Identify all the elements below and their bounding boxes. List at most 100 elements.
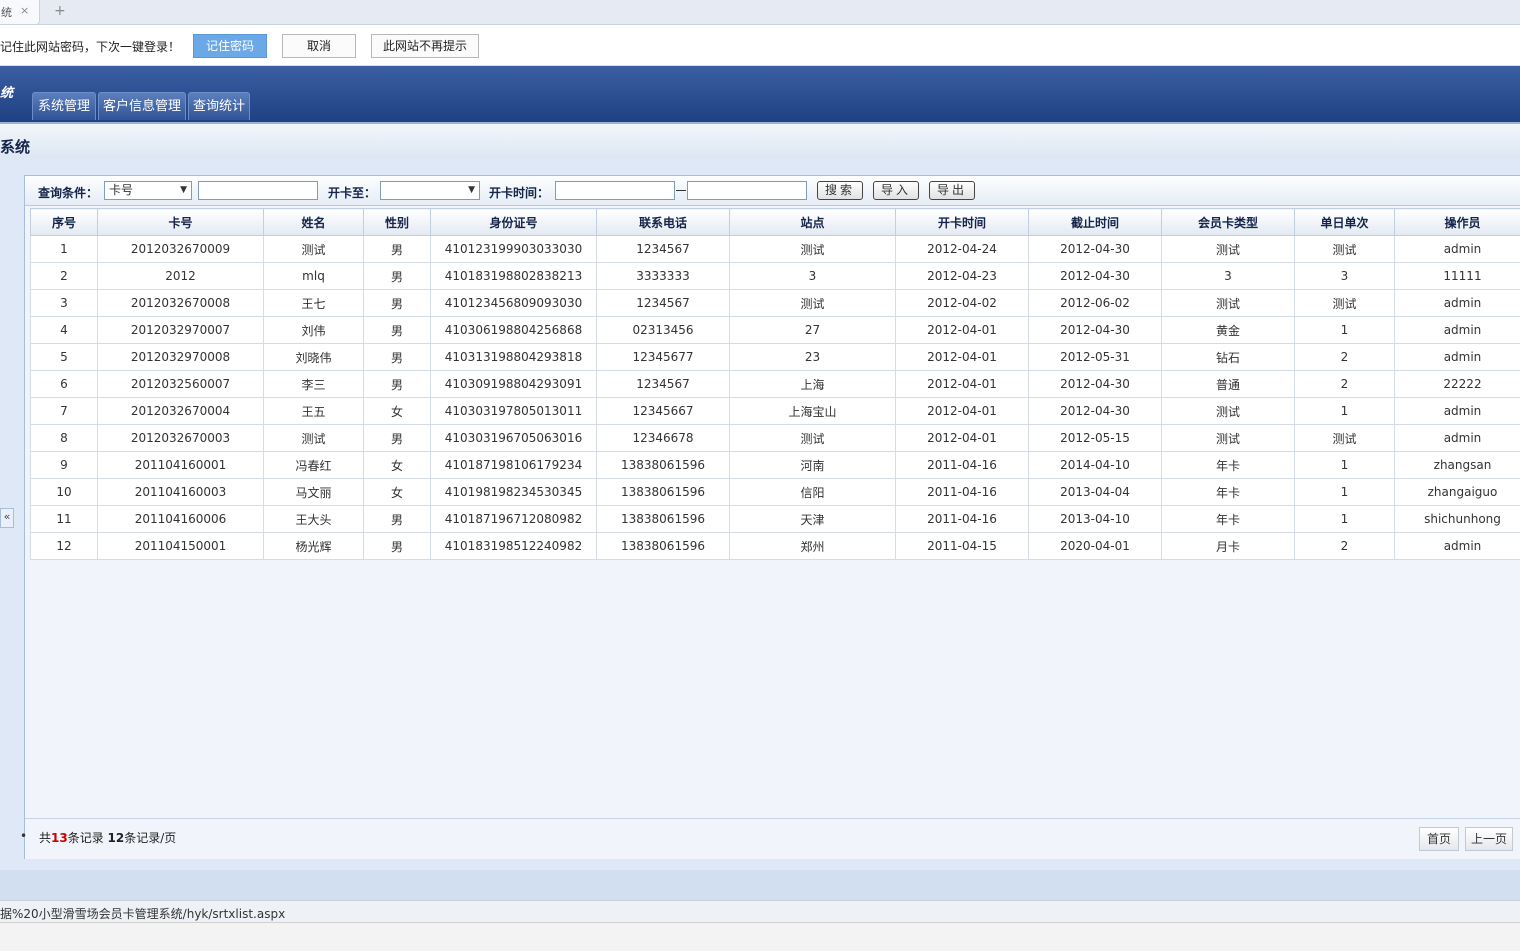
condition-select[interactable]: 卡号 ▼ bbox=[104, 181, 192, 200]
table-cell: admin bbox=[1395, 425, 1520, 452]
member-card-table: 序号卡号姓名性别身份证号联系电话站点开卡时间截止时间会员卡类型单日单次操作员 1… bbox=[30, 208, 1520, 560]
table-cell: 2013-04-10 bbox=[1029, 506, 1162, 533]
import-button[interactable]: 导入 bbox=[873, 181, 919, 200]
table-cell: admin bbox=[1395, 317, 1520, 344]
table-cell: admin bbox=[1395, 236, 1520, 263]
collapse-sidebar-icon[interactable]: « bbox=[0, 508, 14, 528]
table-header-row: 序号卡号姓名性别身份证号联系电话站点开卡时间截止时间会员卡类型单日单次操作员 bbox=[31, 209, 1520, 236]
table-cell: 男 bbox=[364, 425, 431, 452]
table-cell: admin bbox=[1395, 533, 1520, 560]
table-row[interactable]: 42012032970007刘伟男41030619880425686802313… bbox=[31, 317, 1520, 344]
condition-select-value: 卡号 bbox=[109, 183, 133, 197]
table-cell: 22222 bbox=[1395, 371, 1520, 398]
table-row[interactable]: 22012mlq男410183198802838213333333332012-… bbox=[31, 263, 1520, 290]
search-button[interactable]: 搜索 bbox=[817, 181, 863, 200]
table-cell: 女 bbox=[364, 398, 431, 425]
table-row[interactable]: 12201104150001杨光辉男4101831985122409821383… bbox=[31, 533, 1520, 560]
table-cell: 测试 bbox=[730, 236, 896, 263]
nav-tab-system-management[interactable]: 系统管理 bbox=[32, 92, 96, 120]
table-cell: 3 bbox=[730, 263, 896, 290]
table-row[interactable]: 12012032670009测试男41012319990303303012345… bbox=[31, 236, 1520, 263]
table-cell: 410187198106179234 bbox=[431, 452, 597, 479]
open-time-start-input[interactable] bbox=[555, 181, 675, 200]
table-cell: 王七 bbox=[264, 290, 364, 317]
summary-prefix: 共 bbox=[39, 831, 51, 845]
table-row[interactable]: 10201104160003马文丽女4101981982345303451383… bbox=[31, 479, 1520, 506]
table-cell: 3333333 bbox=[597, 263, 730, 290]
table-cell: 测试 bbox=[1295, 236, 1395, 263]
table-row[interactable]: 11201104160006王大头男4101871967120809821383… bbox=[31, 506, 1520, 533]
table-cell: 测试 bbox=[264, 236, 364, 263]
table-cell: 1 bbox=[1295, 398, 1395, 425]
table-cell: 年卡 bbox=[1162, 506, 1295, 533]
table-cell: zhangsan bbox=[1395, 452, 1520, 479]
nav-tab-query-stats[interactable]: 查询统计 bbox=[188, 92, 250, 120]
table-row[interactable]: 32012032670008王七男41012345680909303012345… bbox=[31, 290, 1520, 317]
app-header: 统 系统管理 客户信息管理 查询统计 bbox=[0, 66, 1520, 122]
table-cell: 2012-05-31 bbox=[1029, 344, 1162, 371]
table-cell: 1234567 bbox=[597, 290, 730, 317]
table-cell: 2012-04-01 bbox=[896, 398, 1029, 425]
table-cell: 1234567 bbox=[597, 236, 730, 263]
table-cell: 2012032970008 bbox=[98, 344, 264, 371]
table-cell: 2013-04-04 bbox=[1029, 479, 1162, 506]
table-cell: shichunhong bbox=[1395, 506, 1520, 533]
open-to-select[interactable]: ▼ bbox=[380, 181, 480, 200]
table-cell: 王大头 bbox=[264, 506, 364, 533]
column-header: 卡号 bbox=[98, 209, 264, 236]
table-cell: 02313456 bbox=[597, 317, 730, 344]
column-header: 序号 bbox=[31, 209, 98, 236]
table-cell: 2012032670003 bbox=[98, 425, 264, 452]
table-cell: 1 bbox=[1295, 479, 1395, 506]
record-summary: 共13条记录 12条记录/页 bbox=[39, 829, 176, 846]
prev-page-button[interactable]: 上一页 bbox=[1465, 827, 1513, 851]
table-cell: 上海 bbox=[730, 371, 896, 398]
table-cell: 410306198804256868 bbox=[431, 317, 597, 344]
table-cell: 王五 bbox=[264, 398, 364, 425]
browser-tab-label: 统 bbox=[1, 4, 12, 20]
table-cell: 12 bbox=[31, 533, 98, 560]
table-cell: 测试 bbox=[1295, 425, 1395, 452]
table-cell: 2 bbox=[1295, 371, 1395, 398]
table-cell: 2012-04-24 bbox=[896, 236, 1029, 263]
nav-tab-customer-info[interactable]: 客户信息管理 bbox=[98, 92, 186, 120]
search-toolbar: 查询条件： 卡号 ▼ 开卡至： ▼ 开卡时间： 搜索 导入 导出 bbox=[25, 176, 1520, 206]
column-header: 单日单次 bbox=[1295, 209, 1395, 236]
remember-password-button[interactable]: 记住密码 bbox=[193, 34, 267, 58]
browser-tab[interactable]: 统 × bbox=[0, 0, 40, 25]
condition-input[interactable] bbox=[198, 181, 318, 200]
table-cell: 410183198802838213 bbox=[431, 263, 597, 290]
password-prompt-bar: 记住此网站密码，下次一键登录！ 记住密码 取消 此网站不再提示 bbox=[0, 25, 1520, 66]
table-row[interactable]: 82012032670003测试男41030319670506301612346… bbox=[31, 425, 1520, 452]
table-cell: 年卡 bbox=[1162, 452, 1295, 479]
browser-status-bar: 据%20小型滑雪场会员卡管理系统/hyk/srtxlist.aspx bbox=[0, 900, 1520, 923]
open-time-end-input[interactable] bbox=[687, 181, 807, 200]
table-cell: 2011-04-16 bbox=[896, 479, 1029, 506]
table-row[interactable]: 9201104160001冯春红女41018719810617923413838… bbox=[31, 452, 1520, 479]
table-row[interactable]: 72012032670004王五女41030319780501301112345… bbox=[31, 398, 1520, 425]
table-cell: 男 bbox=[364, 317, 431, 344]
table-row[interactable]: 62012032560007李三男41030919880429309112345… bbox=[31, 371, 1520, 398]
first-page-button[interactable]: 首页 bbox=[1419, 827, 1459, 851]
export-button[interactable]: 导出 bbox=[929, 181, 975, 200]
table-cell: 5 bbox=[31, 344, 98, 371]
never-prompt-button[interactable]: 此网站不再提示 bbox=[371, 34, 479, 58]
table-cell: 7 bbox=[31, 398, 98, 425]
bullet-icon: • bbox=[20, 829, 27, 843]
table-cell: mlq bbox=[264, 263, 364, 290]
table-cell: 410183198512240982 bbox=[431, 533, 597, 560]
table-cell: 13838061596 bbox=[597, 452, 730, 479]
table-cell: 201104150001 bbox=[98, 533, 264, 560]
table-cell: 1234567 bbox=[597, 371, 730, 398]
table-cell: 2012-04-02 bbox=[896, 290, 1029, 317]
cancel-button[interactable]: 取消 bbox=[282, 34, 356, 58]
new-tab-icon[interactable]: + bbox=[54, 3, 66, 19]
table-cell: 刘伟 bbox=[264, 317, 364, 344]
table-cell: 3 bbox=[31, 290, 98, 317]
summary-suffix: 条记录/页 bbox=[124, 831, 176, 845]
table-row[interactable]: 52012032970008刘晓伟男4103131988042938181234… bbox=[31, 344, 1520, 371]
column-header: 会员卡类型 bbox=[1162, 209, 1295, 236]
table-cell: 刘晓伟 bbox=[264, 344, 364, 371]
app-title: 统 bbox=[0, 82, 13, 101]
close-icon[interactable]: × bbox=[20, 4, 29, 17]
